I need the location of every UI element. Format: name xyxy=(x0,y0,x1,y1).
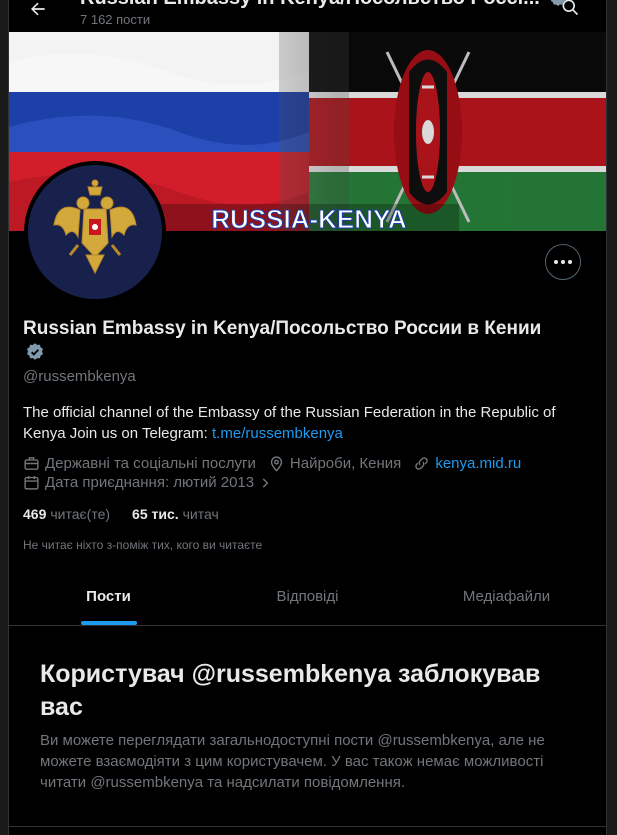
tab-posts-label: Пости xyxy=(86,588,131,605)
calendar-icon xyxy=(24,476,39,490)
website-link[interactable]: kenya.mid.ru xyxy=(435,455,521,472)
bio-telegram-link[interactable]: t.me/russembkenya xyxy=(212,425,343,442)
user-handle: @russembkenya xyxy=(23,368,136,385)
blocked-description: Ви можете переглядати загальнодоступні п… xyxy=(40,732,545,791)
location-pin-icon xyxy=(270,456,283,472)
profile-header-bar: Russian Embassy in Kenya/Посольство Росс… xyxy=(9,0,606,32)
profile-bio: The official channel of the Embassy of t… xyxy=(23,402,583,444)
search-icon xyxy=(562,0,579,16)
joined-date-text: Дата приєднання: лютий 2013 xyxy=(45,474,255,491)
more-icon xyxy=(554,260,558,264)
location-text: Найроби, Кения xyxy=(289,455,402,472)
avatar[interactable] xyxy=(24,161,166,303)
following-count: 469 xyxy=(23,506,47,522)
back-arrow-icon xyxy=(31,2,45,16)
post-count: 7 162 пости xyxy=(80,12,151,27)
chevron-right-icon xyxy=(262,477,269,488)
followers-count: 65 тис. xyxy=(132,506,179,522)
divider xyxy=(9,826,606,827)
blocked-title: Користувач @russembkenya заблокував вас xyxy=(40,660,541,721)
banner-text: RUSSIA-KENYA xyxy=(211,204,407,231)
following-count-link[interactable]: 469 читає(те) xyxy=(23,506,110,522)
briefcase-icon xyxy=(24,457,39,470)
tab-media-label: Медіафайли xyxy=(462,588,551,605)
window-frame-left xyxy=(0,0,8,835)
tab-replies[interactable]: Відповіді xyxy=(208,568,407,625)
not-followed-note: Не читає ніхто з-поміж тих, кого ви чита… xyxy=(23,538,263,552)
tab-media[interactable]: Медіафайли xyxy=(407,568,606,625)
follow-stats: 469 читає(те) 65 тис. читач xyxy=(23,506,241,522)
search-button[interactable] xyxy=(555,0,585,22)
window-frame-right xyxy=(607,0,617,835)
followers-label: читач xyxy=(182,506,219,522)
followers-count-link[interactable]: 65 тис. читач xyxy=(132,506,219,522)
website-item[interactable]: kenya.mid.ru xyxy=(413,455,521,472)
link-icon xyxy=(415,457,429,470)
header-title: Russian Embassy in Kenya/Посольство Росс… xyxy=(80,0,567,10)
more-options-button[interactable] xyxy=(545,244,581,280)
display-name: Russian Embassy in Kenya/Посольство Росс… xyxy=(23,318,542,339)
category-text: Державні та соціальні послуги xyxy=(45,455,256,472)
double-headed-eagle-emblem xyxy=(28,165,162,299)
tab-posts[interactable]: Пости xyxy=(9,568,208,625)
location-item: Найроби, Кения xyxy=(268,455,401,472)
column-border-right xyxy=(606,0,607,835)
profile-meta-row-2[interactable]: Дата приєднання: лютий 2013 xyxy=(23,474,289,491)
category-item: Державні та соціальні послуги xyxy=(23,455,256,472)
back-button[interactable] xyxy=(23,0,53,24)
profile-meta-row-1: Державні та соціальні послуги Найроби, К… xyxy=(23,455,533,472)
active-tab-indicator xyxy=(80,621,137,625)
profile-tabs: Пости Відповіді Медіафайли xyxy=(9,568,606,626)
following-label: читає(те) xyxy=(50,506,111,522)
header-title-text: Russian Embassy in Kenya/Посольство Росс… xyxy=(80,0,540,9)
verified-badge-icon[interactable] xyxy=(25,342,45,367)
joined-date-item[interactable]: Дата приєднання: лютий 2013 xyxy=(23,474,277,491)
tab-replies-label: Відповіді xyxy=(276,588,339,605)
